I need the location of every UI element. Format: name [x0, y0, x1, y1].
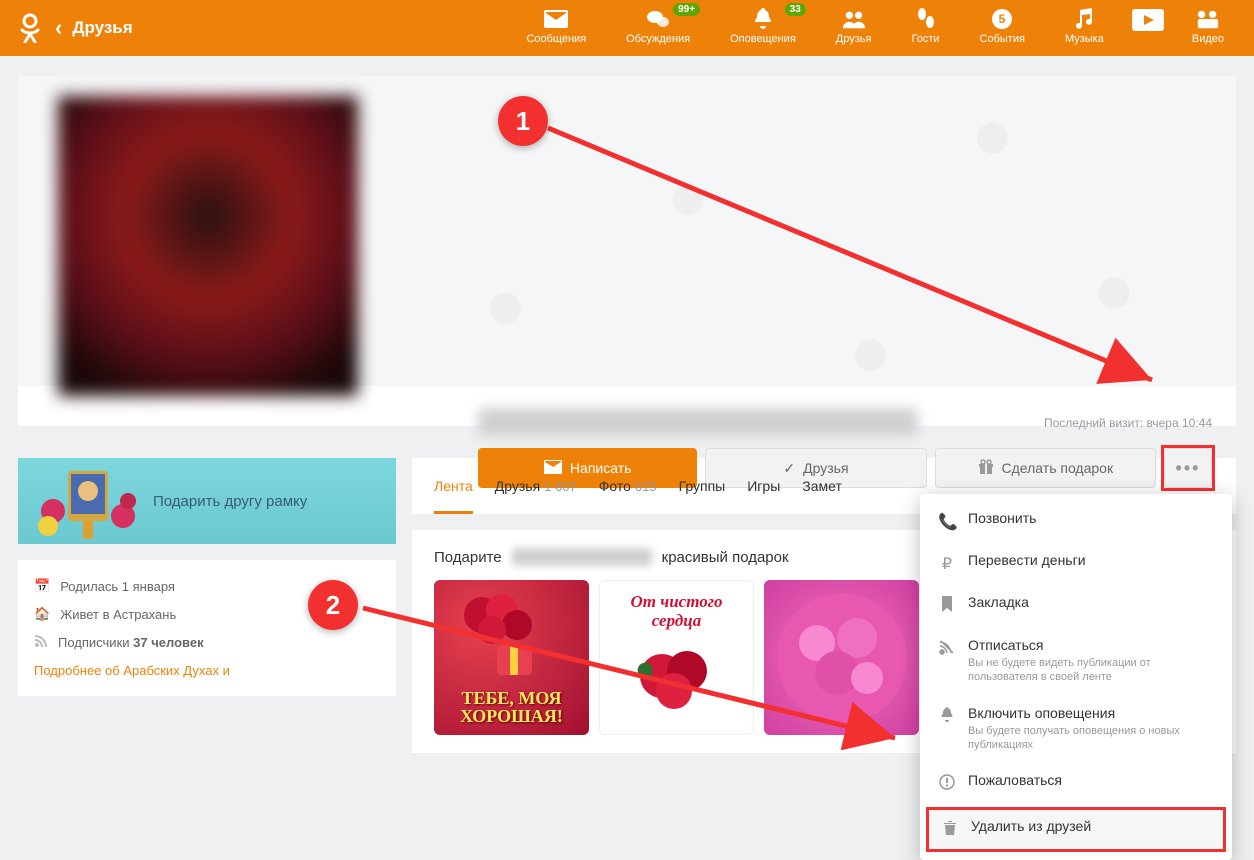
top-header: ‹ Друзья Сообщения 99+ Обсуждения 33 Опо…: [0, 0, 1254, 56]
annotation-2: 2: [308, 580, 358, 630]
bell-icon: [751, 9, 775, 29]
bookmark-icon: [938, 596, 956, 617]
promo-image: [33, 458, 143, 544]
more-button[interactable]: •••: [1164, 448, 1212, 488]
annotation-1: 1: [498, 96, 548, 146]
gift-icon: [978, 459, 994, 478]
nav-friends[interactable]: Друзья: [816, 3, 892, 53]
promo-banner[interactable]: Подарить другу рамку: [18, 458, 396, 544]
calendar-icon: 📅: [34, 578, 50, 594]
avatar[interactable]: [58, 96, 358, 396]
dd-bookmark[interactable]: Закладка: [920, 584, 1232, 627]
profile-cover: Последний визит: вчера 10:44 Написать ✓ …: [18, 76, 1236, 426]
nav-guests[interactable]: Гости: [891, 3, 959, 53]
video-icon: [1196, 9, 1220, 29]
music-icon: [1072, 9, 1096, 29]
gift-item[interactable]: ТЕБЕ, МОЯ ХОРОШАЯ!: [434, 580, 589, 735]
bell-icon: [938, 707, 956, 728]
promo-text: Подарить другу рамку: [153, 493, 307, 510]
tab-photos[interactable]: Фото615: [599, 458, 657, 514]
info-more-link[interactable]: Подробнее об Арабских Духах и: [34, 663, 380, 678]
dd-remove-friend[interactable]: Удалить из друзей: [926, 807, 1226, 852]
dd-enable-notif[interactable]: Включить оповещенияВы будете получать оп…: [920, 695, 1232, 763]
chat-icon: [646, 9, 670, 29]
nav-discussions[interactable]: 99+ Обсуждения: [606, 3, 710, 53]
more-dropdown: 📞 Позвонить ₽ Перевести деньги Закладка …: [920, 494, 1232, 860]
last-visit: Последний визит: вчера 10:44: [1044, 416, 1212, 430]
footsteps-icon: [914, 9, 938, 29]
tab-friends[interactable]: Друзья1 607: [495, 458, 577, 514]
nav-video[interactable]: Видео: [1172, 3, 1244, 53]
ruble-icon: ₽: [938, 554, 956, 574]
svg-text:5: 5: [999, 12, 1006, 26]
warning-icon: [938, 774, 956, 795]
dd-unsubscribe[interactable]: ОтписатьсяВы не будете видеть публикации…: [920, 627, 1232, 695]
nav-play[interactable]: [1124, 3, 1172, 53]
nav-messages[interactable]: Сообщения: [506, 3, 606, 53]
nav-music[interactable]: Музыка: [1045, 3, 1124, 53]
back-chevron-icon[interactable]: ‹: [55, 15, 62, 41]
dd-call[interactable]: 📞 Позвонить: [920, 500, 1232, 542]
gift-item[interactable]: От чистого сердца: [599, 580, 754, 735]
envelope-icon: [544, 9, 568, 29]
rss-icon: [34, 634, 48, 651]
location-icon: 🏠: [34, 606, 50, 622]
gift-button[interactable]: Сделать подарок: [935, 448, 1156, 488]
tab-groups[interactable]: Группы: [679, 458, 726, 514]
star-icon: 5: [990, 9, 1014, 29]
tab-games[interactable]: Игры: [747, 458, 780, 514]
nav-notifications[interactable]: 33 Оповещения: [710, 3, 816, 53]
top-nav: Сообщения 99+ Обсуждения 33 Оповещения Д…: [506, 3, 1244, 53]
dd-transfer[interactable]: ₽ Перевести деньги: [920, 542, 1232, 584]
tab-notes[interactable]: Замет: [802, 458, 842, 514]
page-title: Друзья: [72, 18, 132, 38]
gift-item[interactable]: [764, 580, 919, 735]
phone-icon: 📞: [938, 512, 956, 532]
check-icon: ✓: [783, 460, 795, 477]
action-buttons: Написать ✓ Друзья Сделать подарок •••: [478, 448, 1212, 488]
gift-recipient-name: [512, 548, 652, 566]
user-name: [478, 408, 918, 436]
friends-icon: [842, 9, 866, 29]
tab-feed[interactable]: Лента: [434, 458, 473, 514]
info-subs: Подписчики 37 человек: [34, 634, 380, 651]
ok-logo[interactable]: [10, 8, 50, 48]
unsubscribe-icon: [938, 639, 956, 660]
play-icon: [1132, 9, 1164, 31]
trash-icon: [941, 820, 959, 841]
nav-events[interactable]: 5 События: [960, 3, 1045, 53]
